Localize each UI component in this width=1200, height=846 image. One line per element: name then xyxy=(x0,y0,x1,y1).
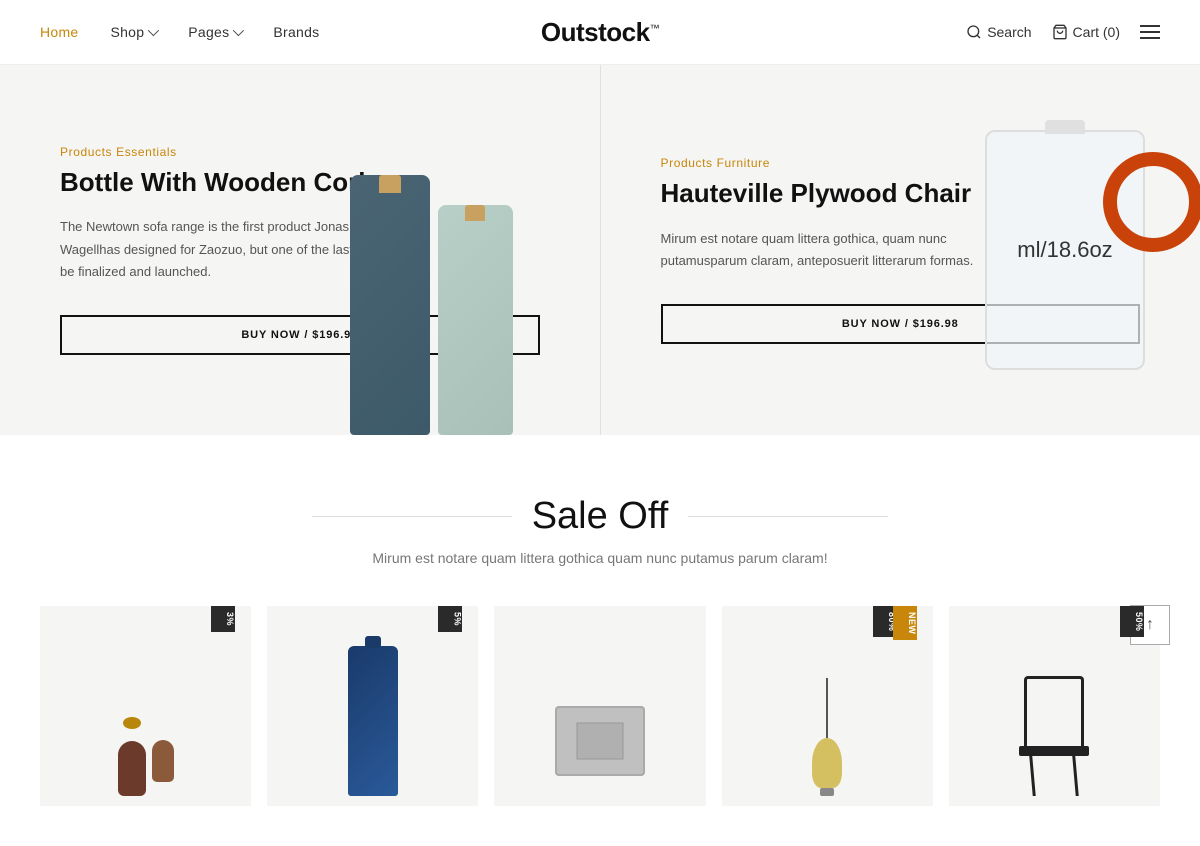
navigation: Home Shop Pages Brands Outstock™ Search … xyxy=(0,0,1200,65)
sale-subtitle: Mirum est notare quam littera gothica qu… xyxy=(40,550,1160,566)
hero-2-desc: Mirum est notare quam littera gothica, q… xyxy=(661,228,981,272)
water-jug: ml/18.6oz xyxy=(985,130,1145,370)
chevron-down-icon xyxy=(148,25,159,36)
hero-panel-2: Products Furniture Hauteville Plywood Ch… xyxy=(601,65,1200,435)
search-button[interactable]: Search xyxy=(966,24,1031,40)
jug-label: ml/18.6oz xyxy=(1017,237,1112,263)
search-icon xyxy=(966,24,982,40)
hero-panel-1: Products Essentials Bottle With Wooden C… xyxy=(0,65,601,435)
product-1-image xyxy=(118,717,174,806)
cart-button[interactable]: Cart (0) xyxy=(1052,24,1120,40)
hero-1-image xyxy=(350,115,580,435)
product-5-image xyxy=(1019,676,1089,806)
product-4-image xyxy=(812,678,842,806)
orange-coil-decoration xyxy=(1103,152,1200,252)
product-grid: 3% 5% 80% NEW xyxy=(40,606,1160,806)
hero-1-desc: The Newtown sofa range is the first prod… xyxy=(60,216,380,282)
bottle-light xyxy=(438,205,513,435)
sale-header: Sale Off Mirum est notare quam littera g… xyxy=(40,495,1160,566)
cart-icon xyxy=(1052,24,1068,40)
hamburger-icon xyxy=(1140,24,1160,40)
sale-title: Sale Off xyxy=(532,495,669,538)
hero-section: Products Essentials Bottle With Wooden C… xyxy=(0,65,1200,435)
nav-left: Home Shop Pages Brands xyxy=(40,24,319,40)
nav-pages[interactable]: Pages xyxy=(188,24,241,40)
hero-2-image: ml/18.6oz xyxy=(940,110,1190,390)
product-card-5[interactable]: 50% xyxy=(949,606,1160,806)
sale-title-row: Sale Off xyxy=(40,495,1160,538)
site-logo[interactable]: Outstock™ xyxy=(541,17,659,48)
badge-4-new: NEW xyxy=(893,606,917,640)
product-card-4[interactable]: 80% NEW xyxy=(722,606,933,806)
badge-1: 3% xyxy=(211,606,235,632)
nav-brands[interactable]: Brands xyxy=(273,24,319,40)
badge-2: 5% xyxy=(438,606,462,632)
jug-cap xyxy=(1045,120,1085,134)
nav-home[interactable]: Home xyxy=(40,24,78,40)
scroll-top-arrow-icon: ↑ xyxy=(1146,616,1154,634)
product-card-3[interactable] xyxy=(494,606,705,806)
product-2-image xyxy=(348,646,398,796)
nav-right: Search Cart (0) xyxy=(966,24,1160,40)
menu-button[interactable] xyxy=(1140,24,1160,40)
chevron-down-icon xyxy=(233,25,244,36)
badge-5: 50% xyxy=(1120,606,1144,637)
sale-section: Sale Off Mirum est notare quam littera g… xyxy=(0,435,1200,846)
bottle-dark xyxy=(350,175,430,435)
nav-shop[interactable]: Shop xyxy=(110,24,156,40)
product-3-image xyxy=(555,706,645,776)
product-card-1[interactable]: 3% xyxy=(40,606,251,806)
product-card-2[interactable]: 5% xyxy=(267,606,478,806)
